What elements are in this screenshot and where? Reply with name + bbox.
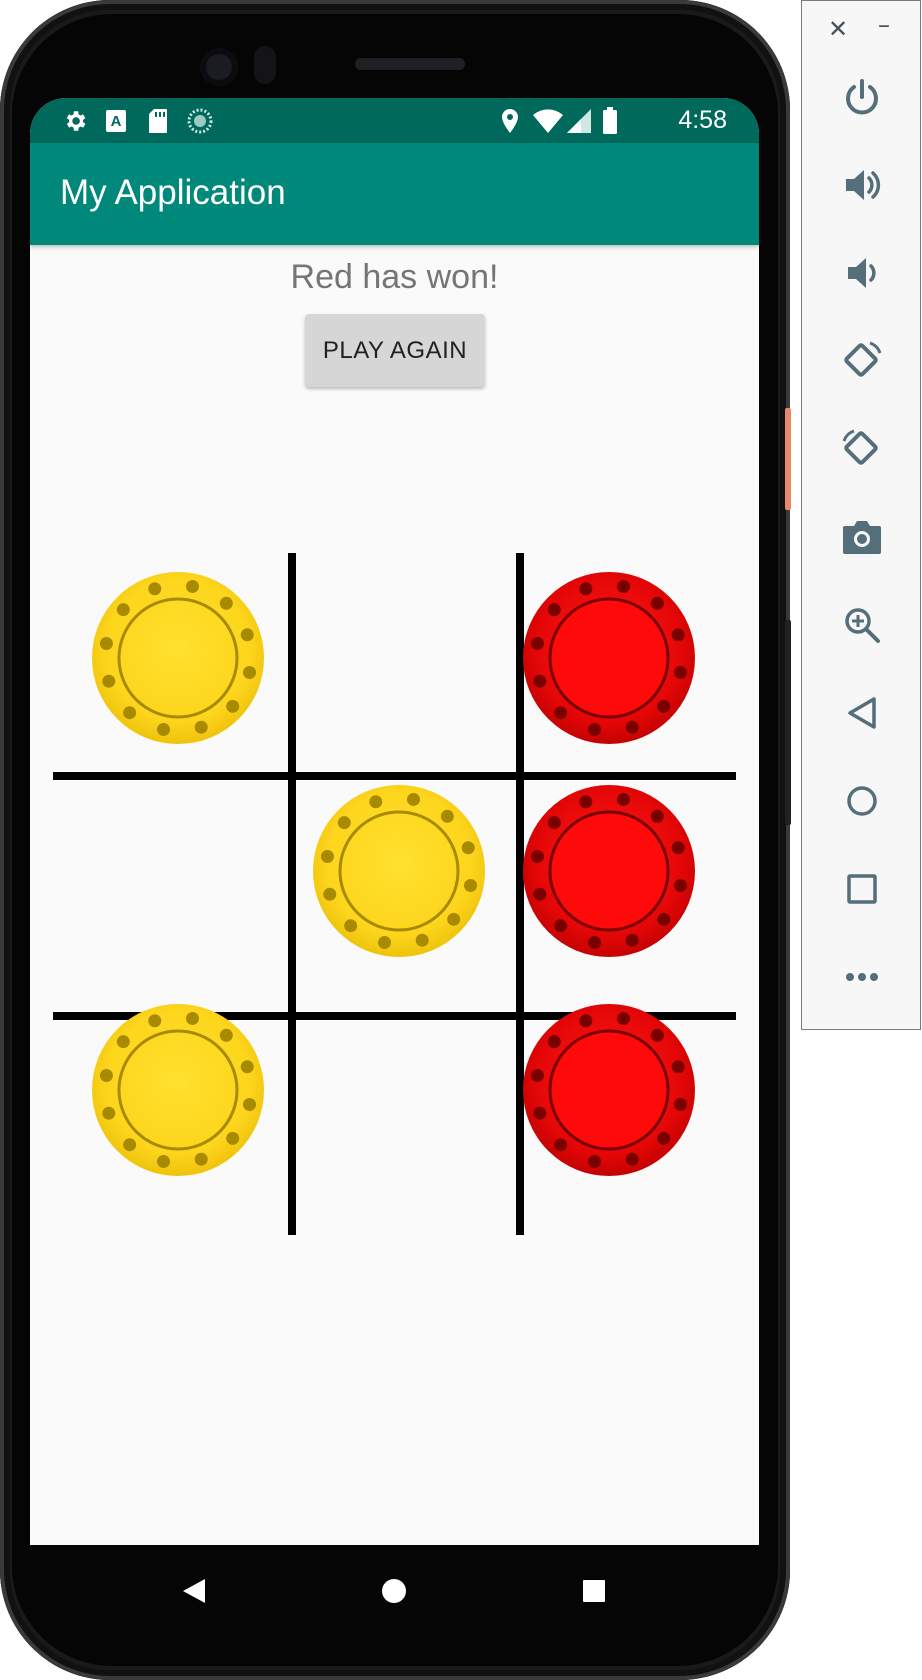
board-cell-2-1[interactable] bbox=[294, 985, 504, 1195]
clock: 4:58 bbox=[678, 106, 727, 134]
yellow-counter bbox=[313, 785, 485, 957]
rotate-left-icon[interactable] bbox=[832, 331, 892, 391]
camera-icon[interactable] bbox=[832, 507, 892, 567]
red-counter bbox=[523, 785, 695, 957]
power-icon[interactable] bbox=[832, 67, 892, 127]
wifi-icon bbox=[532, 106, 564, 136]
power-side-button bbox=[785, 408, 791, 510]
yellow-counter bbox=[92, 1004, 264, 1176]
location-icon bbox=[498, 106, 522, 136]
close-icon[interactable]: ✕ bbox=[828, 15, 848, 43]
sd-card-icon bbox=[146, 106, 170, 136]
app-title: My Application bbox=[60, 173, 286, 212]
board-cell-1-0[interactable] bbox=[73, 766, 283, 976]
game-status-text: Red has won! bbox=[290, 258, 499, 296]
minimize-icon[interactable]: – bbox=[878, 11, 890, 39]
zoom-icon[interactable] bbox=[832, 595, 892, 655]
rotate-right-icon[interactable] bbox=[832, 419, 892, 479]
emulator-toolbar: ✕ – bbox=[801, 0, 921, 1030]
svg-text:A: A bbox=[111, 113, 122, 130]
board-grid bbox=[53, 553, 736, 1235]
home-icon[interactable] bbox=[374, 1571, 414, 1611]
back-icon[interactable] bbox=[832, 683, 892, 743]
signal-icon bbox=[566, 106, 592, 136]
battery-icon bbox=[600, 106, 620, 136]
recents-icon[interactable] bbox=[574, 1571, 614, 1611]
app-bar: My Application bbox=[30, 143, 759, 245]
device-screen: A 4:58 My Application Red has won! PLAY … bbox=[30, 98, 759, 1545]
earpiece-speaker bbox=[355, 58, 465, 70]
play-again-button[interactable]: PLAY AGAIN bbox=[305, 314, 485, 387]
yellow-counter bbox=[92, 572, 264, 744]
volume-side-button bbox=[785, 620, 791, 825]
front-camera bbox=[200, 48, 238, 86]
home-icon[interactable] bbox=[832, 771, 892, 831]
settings-icon bbox=[60, 106, 90, 136]
overview-icon[interactable] bbox=[832, 859, 892, 919]
red-counter bbox=[523, 1004, 695, 1176]
sync-icon bbox=[185, 106, 215, 136]
more-icon[interactable] bbox=[832, 947, 892, 1007]
text-a-icon: A bbox=[104, 106, 128, 136]
volume-up-icon[interactable] bbox=[832, 155, 892, 215]
red-counter bbox=[523, 572, 695, 744]
volume-down-icon[interactable] bbox=[832, 243, 892, 303]
game-board bbox=[53, 553, 736, 1235]
status-bar: A 4:58 bbox=[30, 98, 759, 143]
back-icon[interactable] bbox=[174, 1571, 214, 1611]
board-cell-0-1[interactable] bbox=[294, 553, 504, 763]
front-sensor bbox=[254, 46, 276, 84]
